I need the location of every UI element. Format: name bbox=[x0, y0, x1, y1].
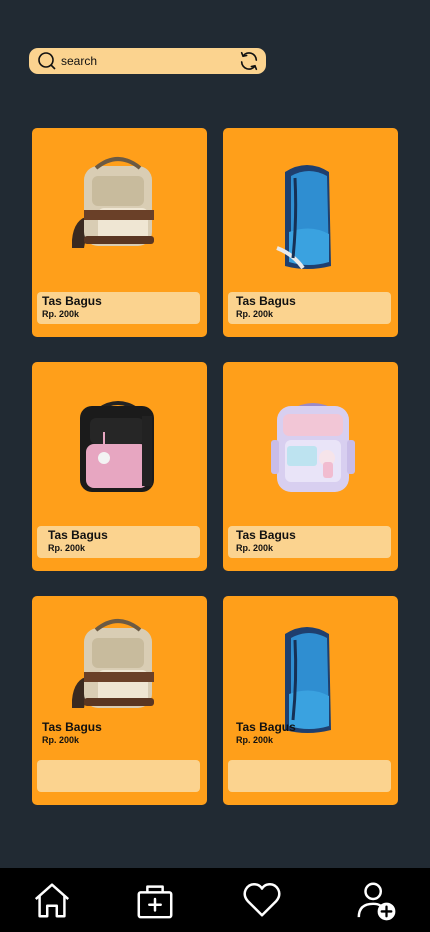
product-image bbox=[32, 128, 207, 293]
heart-icon[interactable] bbox=[240, 878, 284, 922]
product-name: Tas Bagus bbox=[236, 720, 296, 734]
product-image bbox=[223, 128, 398, 293]
product-card[interactable]: Tas Bagus Rp. 200k bbox=[223, 362, 398, 571]
product-name: Tas Bagus bbox=[236, 294, 296, 308]
search-icon[interactable] bbox=[37, 51, 57, 71]
product-name: Tas Bagus bbox=[236, 528, 296, 542]
product-name: Tas Bagus bbox=[42, 294, 102, 308]
product-image bbox=[223, 362, 398, 527]
medical-bag-icon[interactable] bbox=[133, 878, 177, 922]
product-price: Rp. 200k bbox=[236, 543, 274, 553]
product-card[interactable]: Tas Bagus Rp. 200k bbox=[223, 128, 398, 337]
product-card[interactable]: Tas Bagus Rp. 200k bbox=[32, 128, 207, 337]
product-price: Rp. 200k bbox=[42, 735, 80, 745]
add-user-icon[interactable] bbox=[354, 878, 398, 922]
product-card[interactable]: Tas Bagus Rp. 200k bbox=[223, 596, 398, 805]
search-input[interactable]: search bbox=[61, 54, 237, 68]
home-icon[interactable] bbox=[30, 878, 74, 922]
product-name: Tas Bagus bbox=[42, 720, 102, 734]
product-image bbox=[32, 362, 207, 527]
product-card[interactable]: Tas Bagus Rp. 200k bbox=[32, 596, 207, 805]
product-card[interactable]: Tas Bagus Rp. 200k bbox=[32, 362, 207, 571]
refresh-icon[interactable] bbox=[237, 49, 261, 73]
search-bar[interactable]: search bbox=[29, 48, 266, 74]
product-price: Rp. 200k bbox=[48, 543, 86, 553]
bottom-navbar bbox=[0, 868, 430, 932]
product-info bbox=[37, 760, 200, 792]
product-price: Rp. 200k bbox=[236, 735, 274, 745]
product-price: Rp. 200k bbox=[42, 309, 80, 319]
product-price: Rp. 200k bbox=[236, 309, 274, 319]
product-name: Tas Bagus bbox=[48, 528, 108, 542]
product-info bbox=[228, 760, 391, 792]
